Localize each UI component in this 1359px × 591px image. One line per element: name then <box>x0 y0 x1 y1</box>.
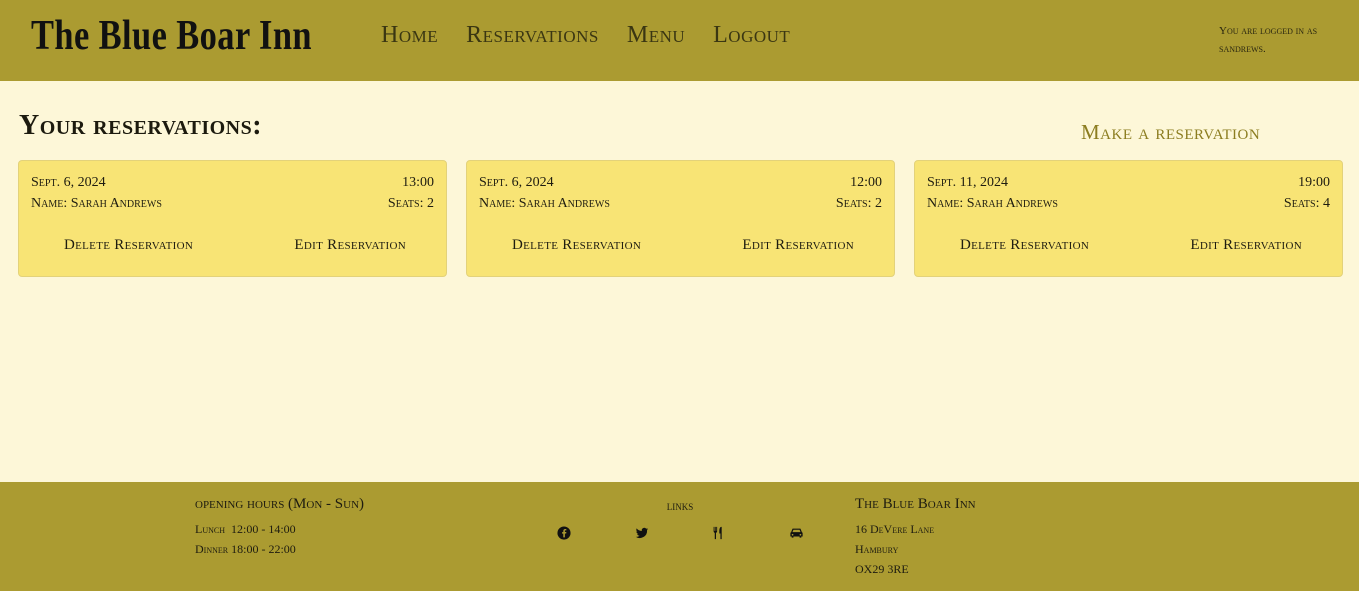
reservation-seats: Seats: 2 <box>387 196 434 211</box>
logged-in-status: You are logged in as sandrews. <box>1219 25 1318 55</box>
dinner-hours: Dinner 18:00 - 22:00 <box>195 542 296 556</box>
site-footer: opening hours (Mon - Sun) Lunch 12:00 - … <box>0 482 1359 591</box>
edit-reservation-button[interactable]: Edit Reservation <box>294 237 406 254</box>
reservation-card: Sept. 11, 2024 19:00 Name: Sarah Andrews… <box>914 160 1343 277</box>
page-title: Your reservations: <box>19 110 263 141</box>
reservation-list: Sept. 6, 2024 13:00 Name: Sarah Andrews … <box>18 160 1343 277</box>
address-line: Hambury <box>855 542 899 556</box>
delete-reservation-button[interactable]: Delete Reservation <box>960 237 1089 254</box>
nav-logout[interactable]: Logout <box>713 22 790 49</box>
address-line: 16 DeVere Lane <box>855 522 935 536</box>
address-line: OX29 3RE <box>855 562 909 576</box>
links-heading: links <box>666 498 694 513</box>
reservation-seats: Seats: 2 <box>835 196 882 211</box>
reservation-time: 13:00 <box>402 175 434 190</box>
utensils-icon[interactable] <box>710 526 726 542</box>
nav-home[interactable]: Home <box>381 22 438 49</box>
site-header: The Blue Boar Inn Home Reservations Menu… <box>0 0 1359 81</box>
reservation-time: 19:00 <box>1298 175 1330 190</box>
facebook-icon[interactable] <box>556 526 572 542</box>
nav-reservations[interactable]: Reservations <box>466 22 599 49</box>
opening-hours-heading: opening hours (Mon - Sun) <box>195 496 365 512</box>
reservation-date: Sept. 11, 2024 <box>927 175 1009 190</box>
nav-menu[interactable]: Menu <box>627 22 685 49</box>
make-reservation-link[interactable]: Make a reservation <box>1081 120 1260 145</box>
delete-reservation-button[interactable]: Delete Reservation <box>64 237 193 254</box>
twitter-icon[interactable] <box>634 526 650 542</box>
address: The Blue Boar Inn 16 DeVere Lane Hambury… <box>855 496 976 579</box>
reservation-date: Sept. 6, 2024 <box>479 175 554 190</box>
reservation-seats: Seats: 4 <box>1283 196 1330 211</box>
reservation-name: Name: Sarah Andrews <box>31 196 162 211</box>
reservation-name: Name: Sarah Andrews <box>927 196 1058 211</box>
reservation-time: 12:00 <box>850 175 882 190</box>
reservation-date: Sept. 6, 2024 <box>31 175 106 190</box>
delete-reservation-button[interactable]: Delete Reservation <box>512 237 641 254</box>
reservation-card: Sept. 6, 2024 12:00 Name: Sarah Andrews … <box>466 160 895 277</box>
main-nav: Home Reservations Menu Logout <box>381 22 818 49</box>
brand-logo[interactable]: The Blue Boar Inn <box>31 12 312 60</box>
reservation-name: Name: Sarah Andrews <box>479 196 610 211</box>
address-heading: The Blue Boar Inn <box>855 496 976 512</box>
edit-reservation-button[interactable]: Edit Reservation <box>742 237 854 254</box>
car-icon[interactable] <box>788 526 804 542</box>
opening-hours: opening hours (Mon - Sun) Lunch 12:00 - … <box>195 496 364 559</box>
reservation-card: Sept. 6, 2024 13:00 Name: Sarah Andrews … <box>18 160 447 277</box>
edit-reservation-button[interactable]: Edit Reservation <box>1190 237 1302 254</box>
lunch-hours: Lunch 12:00 - 14:00 <box>195 522 296 536</box>
